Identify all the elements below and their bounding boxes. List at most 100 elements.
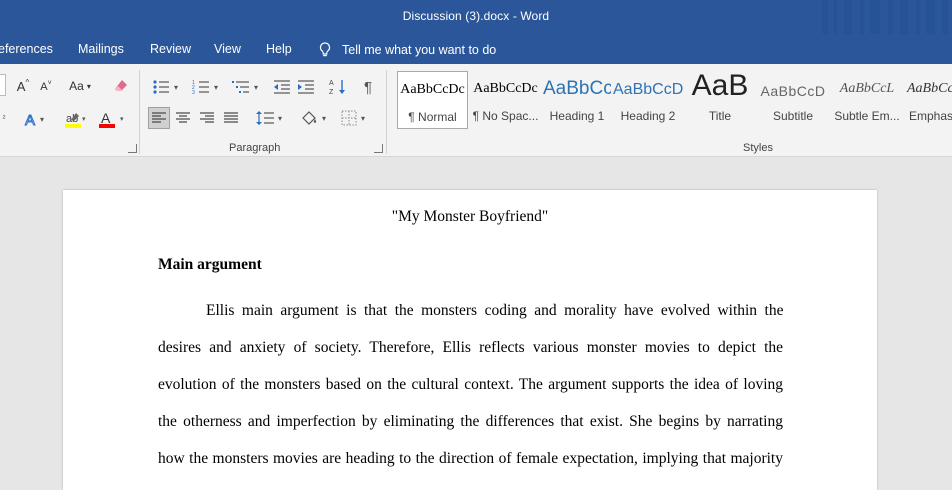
borders-button[interactable]: ▾ — [336, 107, 370, 129]
svg-text:A: A — [329, 80, 334, 87]
text-effects-icon: A — [24, 112, 35, 129]
font-size-box[interactable] — [0, 74, 6, 96]
clear-formatting-button[interactable] — [112, 76, 130, 96]
align-right-button[interactable] — [196, 107, 218, 129]
style-heading-1[interactable]: AaBbCc Heading 1 — [543, 71, 611, 129]
line-text: how the monsters movies are heading to t… — [158, 450, 783, 467]
justify-button[interactable] — [220, 107, 242, 129]
borders-icon — [341, 110, 357, 126]
line-text: evolution of the monsters based on the c… — [158, 376, 783, 393]
document-canvas[interactable]: "My Monster Boyfriend" Main argument Ell… — [0, 158, 952, 490]
line-spacing-icon — [255, 111, 274, 125]
grow-font-button[interactable]: A ^ — [14, 76, 32, 96]
styles-gallery: AaBbCcDc ¶ Normal AaBbCcDc ¶ No Spac... … — [397, 69, 952, 131]
paragraph-group-label: Paragraph — [229, 142, 281, 154]
document-title: "My Monster Boyfriend" — [391, 208, 549, 225]
paragraph-line: evolution of the monsters based on the c… — [158, 376, 783, 413]
align-left-button[interactable] — [148, 107, 170, 129]
highlighter-icon: ab — [65, 113, 81, 128]
paragraph-line: Ellis main argument is that the monsters… — [158, 302, 783, 339]
titlebar-pattern-icon — [822, 0, 948, 34]
align-center-button[interactable] — [172, 107, 194, 129]
paint-bucket-icon — [302, 111, 317, 125]
multilevel-list-button[interactable]: ▾ — [228, 76, 262, 98]
style-normal[interactable]: AaBbCcDc ¶ Normal — [397, 71, 468, 129]
style-preview: AaBbCcL — [839, 81, 895, 96]
tell-me-search[interactable]: Tell me what you want to do — [318, 40, 496, 60]
ribbon-tabs: eferences Mailings Review View Help Tell… — [0, 34, 952, 64]
line-spacing-button[interactable]: ▾ — [252, 107, 286, 129]
style-name: Title — [708, 109, 732, 123]
paragraph-line: how the monsters movies are heading to t… — [158, 450, 783, 487]
bullets-icon — [153, 80, 169, 94]
styles-group-label: Styles — [743, 142, 773, 154]
document-page[interactable]: "My Monster Boyfriend" Main argument Ell… — [63, 190, 877, 490]
align-center-icon — [176, 112, 190, 123]
title-bar: Discussion (3).docx - Word — [0, 0, 952, 34]
numbering-button[interactable]: 123 ▾ — [188, 76, 222, 98]
paragraph-dialog-launcher[interactable] — [374, 144, 383, 153]
style-preview: AaBbCc — [543, 78, 611, 99]
shrink-font-button[interactable]: A ˅ — [38, 78, 54, 96]
style-title[interactable]: AaB Title — [685, 69, 755, 129]
style-heading-2[interactable]: AaBbCcD Heading 2 — [613, 71, 683, 129]
decrease-indent-icon — [274, 80, 290, 94]
shading-button[interactable]: ▾ — [296, 107, 330, 129]
line-text: Ellis main argument is that the monsters… — [206, 302, 784, 319]
sort-icon: AZ — [329, 80, 345, 96]
style-no-spacing[interactable]: AaBbCcDc ¶ No Spac... — [470, 71, 541, 129]
bullets-button[interactable]: ▾ — [148, 76, 182, 98]
eraser-icon — [115, 80, 127, 91]
group-separator — [386, 70, 387, 154]
style-name: Emphas — [909, 109, 952, 123]
line-text: the otherness and imperfection by elimin… — [158, 413, 783, 430]
style-preview: AaBbCcL — [907, 81, 952, 96]
style-subtle-emphasis[interactable]: AaBbCcL Subtle Em... — [831, 71, 903, 129]
font-color-icon: A — [99, 110, 115, 128]
style-preview: AaBbCcDc — [473, 81, 538, 96]
tab-view[interactable]: View — [214, 42, 241, 56]
body-paragraph: Ellis main argument is that the monsters… — [158, 302, 783, 487]
style-name: Subtle Em... — [834, 109, 900, 123]
svg-text:Z: Z — [329, 89, 334, 96]
change-case-button[interactable]: Aa ▾ — [66, 76, 94, 96]
style-preview: AaB — [691, 69, 749, 102]
ribbon: A^ A˅ Aa▾ ² A ▾ ab ▾ A ▾ ▾ 123 ▾ ▾ AZ ¶ — [0, 64, 952, 157]
style-preview: AaBbCcD — [613, 81, 683, 98]
subscript-fragment[interactable]: ² — [0, 108, 8, 128]
svg-text:A: A — [101, 110, 111, 126]
style-name: ¶ No Spac... — [472, 109, 539, 123]
section-heading: Main argument — [158, 256, 262, 273]
text-effects-button[interactable]: A ▾ — [18, 108, 48, 130]
tab-mailings[interactable]: Mailings — [78, 42, 124, 56]
svg-text:A: A — [25, 112, 35, 128]
grow-font-icon: A — [16, 78, 26, 94]
numbering-icon: 123 — [192, 80, 209, 95]
style-preview: AaBbCcDc — [400, 82, 465, 97]
style-name: ¶ Normal — [408, 110, 457, 124]
style-preview: AaBbCcD — [760, 83, 826, 99]
multilevel-list-icon — [231, 81, 249, 93]
group-separator — [139, 70, 140, 154]
tab-references[interactable]: eferences — [0, 42, 53, 56]
decrease-indent-button[interactable] — [272, 76, 292, 98]
font-color-button[interactable]: A — [96, 108, 118, 130]
svg-text:3: 3 — [192, 90, 195, 95]
increase-indent-icon — [298, 80, 314, 94]
style-name: Subtitle — [772, 109, 814, 123]
style-subtitle[interactable]: AaBbCcD Subtitle — [757, 71, 829, 129]
tab-review[interactable]: Review — [150, 42, 191, 56]
style-emphasis[interactable]: AaBbCcL Emphas — [905, 71, 952, 129]
show-formatting-marks-button[interactable]: ¶ — [358, 76, 378, 98]
increase-indent-button[interactable] — [296, 76, 316, 98]
line-text: desires and anxiety of society. Therefor… — [158, 339, 784, 356]
tab-help[interactable]: Help — [266, 42, 292, 56]
sort-button[interactable]: AZ — [328, 76, 348, 98]
window-title: Discussion (3).docx - Word — [402, 9, 550, 23]
style-name: Heading 2 — [620, 109, 676, 123]
font-dialog-launcher[interactable] — [128, 144, 137, 153]
align-right-icon — [200, 112, 214, 123]
change-case-icon: Aa — [69, 79, 84, 93]
paragraph-line: desires and anxiety of society. Therefor… — [158, 339, 783, 376]
pilcrow-icon: ¶ — [363, 78, 373, 96]
